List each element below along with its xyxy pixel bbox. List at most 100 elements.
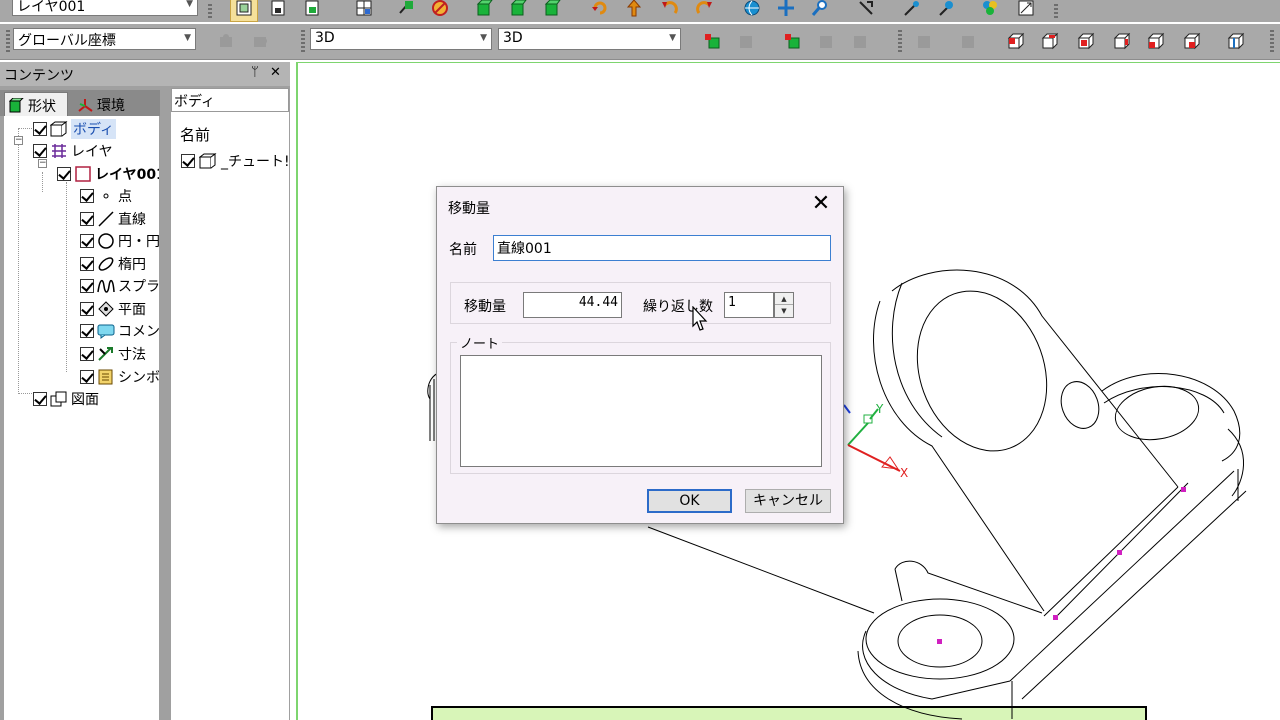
tree-item-spline[interactable]: スプライン [80,275,159,297]
checkbox-icon[interactable] [80,257,94,271]
body-filter-field[interactable]: ボディ [171,88,289,112]
arrow-button[interactable] [620,0,648,22]
cancel-button[interactable]: キャンセル [745,489,831,513]
tree-item-body[interactable]: ボディ [33,118,117,140]
toolbar-grip[interactable] [208,4,212,20]
tree-item-comment[interactable]: コメント [80,320,159,342]
view-left-button[interactable] [1072,27,1100,55]
note-textarea[interactable] [460,355,822,467]
close-icon[interactable]: ✕ [809,193,833,217]
layer-tool-button-2[interactable] [778,27,806,55]
layer-combo[interactable]: レイヤ001 ▼ [12,0,198,16]
repeat-count-field[interactable]: 1 [724,292,774,318]
toolbar-grip[interactable] [898,30,902,52]
tab-shape[interactable]: 形状 [4,92,68,116]
disabled-tool-1[interactable] [212,27,240,55]
environment-icon [78,98,93,112]
solid-button-1[interactable] [470,0,498,22]
tree-item-layer001[interactable]: レイヤ001 [57,163,159,185]
view-combo-1[interactable]: 3D ▼ [310,28,492,50]
undo-button[interactable] [656,0,684,22]
view-right-button[interactable] [1108,27,1136,55]
tree-item-plane[interactable]: 平面 [80,298,146,320]
column-header-name[interactable]: 名前 [171,122,289,146]
checkbox-icon[interactable] [80,234,94,248]
tree-item-dimension[interactable]: 寸法 [80,343,146,365]
fit-button[interactable] [1012,0,1040,22]
no-snap-button[interactable] [426,0,454,22]
pin-icon[interactable]: ᛘ [251,65,259,80]
checkbox-icon[interactable] [33,144,47,158]
tree-item-point[interactable]: 点 [80,185,132,207]
spin-down-icon[interactable]: ▼ [775,305,793,317]
group-button[interactable] [976,0,1004,22]
view-iso-button[interactable] [1222,27,1250,55]
checkbox-icon[interactable] [181,154,195,168]
disabled-tool-6[interactable] [910,27,938,55]
rotate-button[interactable] [586,0,614,22]
collapse-icon[interactable]: − [38,159,47,168]
tree-item-line[interactable]: 直線 [80,208,146,230]
spin-up-icon[interactable]: ▲ [775,293,793,305]
checkbox-icon[interactable] [33,122,47,136]
plane-icon [98,301,114,317]
toolbar-grip[interactable] [1054,4,1058,20]
view-back-button[interactable] [1036,27,1064,55]
disabled-tool-7[interactable] [954,27,982,55]
tab-environment[interactable]: 環境 [74,92,144,116]
checkbox-icon[interactable] [80,347,94,361]
solid-button-3[interactable] [538,0,566,22]
disabled-tool-3[interactable] [732,27,760,55]
view-top-button[interactable] [1142,27,1170,55]
checkbox-icon[interactable] [80,189,94,203]
checkbox-icon[interactable] [57,167,71,181]
layer-tool-button[interactable] [698,27,726,55]
spline-icon [97,279,115,293]
view-bottom-button[interactable] [1178,27,1206,55]
ok-button[interactable]: OK [647,489,732,513]
measure-button[interactable] [852,0,880,22]
view-combo-2[interactable]: 3D ▼ [498,28,681,50]
collapse-icon[interactable]: − [14,136,23,145]
redo-button[interactable] [690,0,718,22]
coordinate-combo[interactable]: グローバル座標 ▼ [13,28,196,50]
copy-button[interactable] [298,0,326,22]
toolbar-grip[interactable] [1270,30,1274,52]
disabled-tool-4[interactable] [812,27,840,55]
select-button[interactable] [230,0,258,22]
list-item[interactable]: _チュート! [181,150,290,172]
disabled-tool-2[interactable] [246,27,274,55]
amount-field[interactable]: 44.44 [523,292,622,318]
checkbox-icon[interactable] [80,302,94,316]
grid-button[interactable] [350,0,378,22]
tree-item-drawing[interactable]: 図面 [33,388,99,410]
tree-item-ellipse[interactable]: 楕円 [80,253,146,275]
checkbox-icon[interactable] [80,370,94,384]
checkbox-icon[interactable] [80,212,94,226]
tree-item-circle[interactable]: 円・円弧 [80,230,159,252]
close-icon[interactable]: ✕ [270,65,281,80]
pick-button[interactable] [898,0,926,22]
zoom-button[interactable] [806,0,834,22]
pan-button[interactable] [772,0,800,22]
toolbar-grip[interactable] [6,30,10,52]
probe-button[interactable] [932,0,960,22]
floor-plane [431,706,1147,720]
move-button[interactable] [392,0,420,22]
checkbox-icon[interactable] [80,324,94,338]
solid-button-2[interactable] [504,0,532,22]
name-field[interactable]: 直線001 [493,235,831,261]
undo-icon [662,1,678,14]
redo-icon [696,1,712,14]
view-toolbar: グローバル座標 ▼ 3D ▼ 3D ▼ [0,24,1280,60]
globe-button[interactable] [738,0,766,22]
repeat-count-stepper[interactable]: ▲ ▼ [774,292,794,318]
tree-item-symbol[interactable]: シンボル [80,366,159,388]
disabled-tool-5[interactable] [846,27,874,55]
page-button[interactable] [264,0,292,22]
tree-item-label: 円・円弧 [118,234,159,250]
toolbar-grip[interactable] [301,30,305,52]
checkbox-icon[interactable] [80,279,94,293]
checkbox-icon[interactable] [33,392,47,406]
view-front-button[interactable] [1002,27,1030,55]
